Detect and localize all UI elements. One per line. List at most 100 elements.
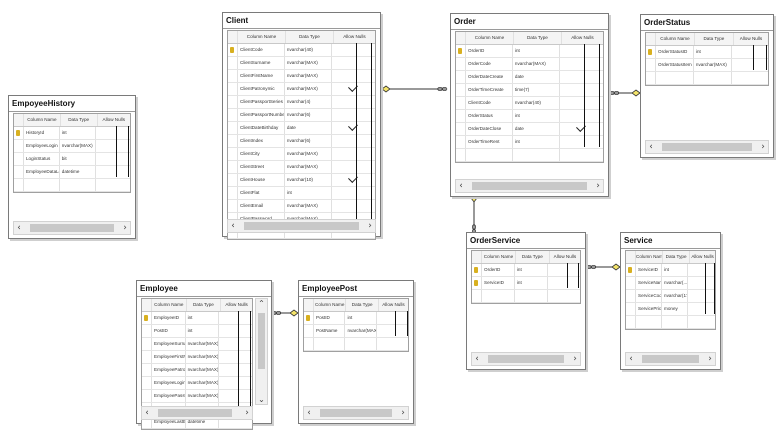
column-name[interactable] <box>314 338 346 350</box>
column-type[interactable]: nvarchar(4) <box>285 96 332 108</box>
table-row[interactable]: ClientIndex nvarchar(6) <box>228 135 375 148</box>
column-type[interactable]: nvarchar(MAX) <box>186 338 220 350</box>
table-row[interactable]: EmployeeID int <box>142 312 252 325</box>
scroll-left-icon[interactable]: ‹ <box>646 141 656 153</box>
table-row[interactable]: ClientHouse nvarchar(10) <box>228 174 375 187</box>
horizontal-scrollbar[interactable]: ‹ › <box>471 352 581 366</box>
column-name[interactable]: EmployeeLogin <box>152 377 186 389</box>
column-type[interactable]: nvarchar(MAX) <box>285 83 332 95</box>
allow-nulls-cell[interactable] <box>548 277 580 289</box>
allow-nulls-cell[interactable] <box>332 109 375 121</box>
column-type[interactable] <box>345 338 377 350</box>
scrollbar-thumb[interactable] <box>662 143 752 151</box>
column-type[interactable] <box>694 72 732 84</box>
scroll-left-icon[interactable]: ‹ <box>142 407 152 419</box>
column-name[interactable] <box>656 72 694 84</box>
column-type[interactable]: bit <box>60 153 96 165</box>
scroll-right-icon[interactable]: › <box>570 353 580 365</box>
horizontal-scrollbar[interactable]: ‹ › <box>625 352 716 366</box>
column-name[interactable]: PostID <box>314 312 346 324</box>
column-name[interactable]: OrderDateClose <box>466 123 513 135</box>
column-type[interactable]: nvarchar(17) <box>662 290 689 302</box>
column-name[interactable]: ClientFlat <box>238 187 285 199</box>
table-row[interactable]: OrderCode nvarchar(MAX) <box>456 58 603 71</box>
vertical-scrollbar-thumb[interactable] <box>258 313 265 369</box>
column-type[interactable]: nvarchar(MAX) <box>513 58 560 70</box>
table-row[interactable]: OrderTimeRent int <box>456 136 603 149</box>
scroll-left-icon[interactable]: ‹ <box>228 220 238 232</box>
table-row[interactable]: OrderStatusID int <box>646 46 768 59</box>
column-name[interactable]: OrderID <box>466 45 513 57</box>
column-type[interactable]: nvarchar(MAX) <box>285 148 332 160</box>
column-type[interactable]: nvarchar(MAX) <box>694 59 732 71</box>
allow-nulls-cell[interactable] <box>560 123 603 135</box>
table-row[interactable]: ClientCity nvarchar(MAX) <box>228 148 375 161</box>
table-row[interactable]: ServiceID int <box>626 264 715 277</box>
allow-nulls-cell[interactable] <box>332 122 375 134</box>
column-name[interactable]: PostName <box>314 325 346 337</box>
allow-nulls-cell[interactable] <box>548 290 580 302</box>
scroll-left-icon[interactable]: ‹ <box>456 180 466 192</box>
column-name[interactable]: EmployeeSurname <box>152 338 186 350</box>
table-row[interactable]: ClientPassportNumber nvarchar(6) <box>228 109 375 122</box>
column-name[interactable]: ClientStreet <box>238 161 285 173</box>
table-row[interactable]: ServiceID int <box>472 277 580 290</box>
allow-nulls-cell[interactable] <box>219 364 252 376</box>
table-row[interactable]: OrderTimeCreate time(7) <box>456 84 603 97</box>
scrollbar-thumb[interactable] <box>488 355 564 363</box>
column-name[interactable] <box>24 179 60 191</box>
column-name[interactable]: OrderStatusItem <box>656 59 694 71</box>
column-name[interactable]: ServiceName <box>636 277 663 289</box>
table-row[interactable]: OrderStatus int <box>456 110 603 123</box>
allow-nulls-cell[interactable] <box>332 135 375 147</box>
column-name[interactable]: EmployeePassword <box>152 390 186 402</box>
column-type[interactable]: nvarchar(MAX) <box>345 325 377 337</box>
table-row[interactable]: ClientCode nvarchar(40) <box>228 44 375 57</box>
scroll-up-icon[interactable]: ⌃ <box>256 299 267 308</box>
column-name[interactable]: ServicePrice <box>636 303 663 315</box>
scroll-right-icon[interactable]: › <box>120 222 130 234</box>
allow-nulls-cell[interactable] <box>219 377 252 389</box>
table-row[interactable]: ClientFlat int <box>228 187 375 200</box>
allow-nulls-cell[interactable] <box>377 338 408 350</box>
allow-nulls-cell[interactable] <box>560 71 603 83</box>
column-type[interactable]: money <box>662 303 689 315</box>
table-order-status[interactable]: OrderStatus Column Name Data Type Allow Nul… <box>640 14 774 158</box>
column-type[interactable]: int <box>515 264 548 276</box>
allow-nulls-cell[interactable] <box>688 264 715 276</box>
allow-nulls-cell[interactable] <box>332 83 375 95</box>
horizontal-scrollbar[interactable]: ‹ › <box>141 406 253 420</box>
table-row[interactable]: OrderStatusItem nvarchar(MAX) <box>646 59 768 72</box>
table-row[interactable]: ClientStreet nvarchar(MAX) <box>228 161 375 174</box>
column-type[interactable]: nvarchar(6) <box>285 135 332 147</box>
column-name[interactable]: ClientPassportSeries <box>238 96 285 108</box>
horizontal-scrollbar[interactable]: ‹ › <box>645 140 769 154</box>
table-row[interactable]: OrderDateCreate date <box>456 71 603 84</box>
column-name[interactable] <box>466 149 513 161</box>
column-type[interactable]: int <box>285 187 332 199</box>
column-type[interactable]: int <box>186 312 220 324</box>
allow-nulls-cell[interactable] <box>560 84 603 96</box>
scroll-left-icon[interactable]: ‹ <box>626 353 636 365</box>
table-row[interactable]: EmployeeLogin nvarchar(MAX) <box>14 140 130 153</box>
vertical-scrollbar[interactable]: ⌃ ⌄ <box>255 298 268 405</box>
column-name[interactable] <box>482 290 515 302</box>
allow-nulls-cell[interactable] <box>332 70 375 82</box>
allow-nulls-cell[interactable] <box>219 338 252 350</box>
table-row[interactable]: HistoryId int <box>14 127 130 140</box>
allow-nulls-cell[interactable] <box>332 44 375 56</box>
allow-nulls-cell[interactable] <box>332 200 375 212</box>
allow-nulls-cell[interactable] <box>332 187 375 199</box>
column-name[interactable]: ClientFirstName <box>238 70 285 82</box>
table-row[interactable]: OrderDateClose date <box>456 123 603 136</box>
column-name[interactable]: EmployeeFirstName <box>152 351 186 363</box>
table-row[interactable]: OrderID int <box>472 264 580 277</box>
allow-nulls-cell[interactable] <box>96 166 130 178</box>
allow-nulls-cell[interactable] <box>732 46 768 58</box>
column-name[interactable]: ClientEmail <box>238 200 285 212</box>
table-row[interactable]: EmployeeSurnamenvarchar(MAX) <box>142 338 252 351</box>
scrollbar-thumb[interactable] <box>30 224 114 232</box>
table-employee-post[interactable]: EmployeePost Column Name Data Type Allow Nu… <box>298 280 414 424</box>
table-order[interactable]: Order Column Name Data Type Allow Nulls Orde… <box>450 13 609 197</box>
allow-nulls-cell[interactable] <box>96 127 130 139</box>
